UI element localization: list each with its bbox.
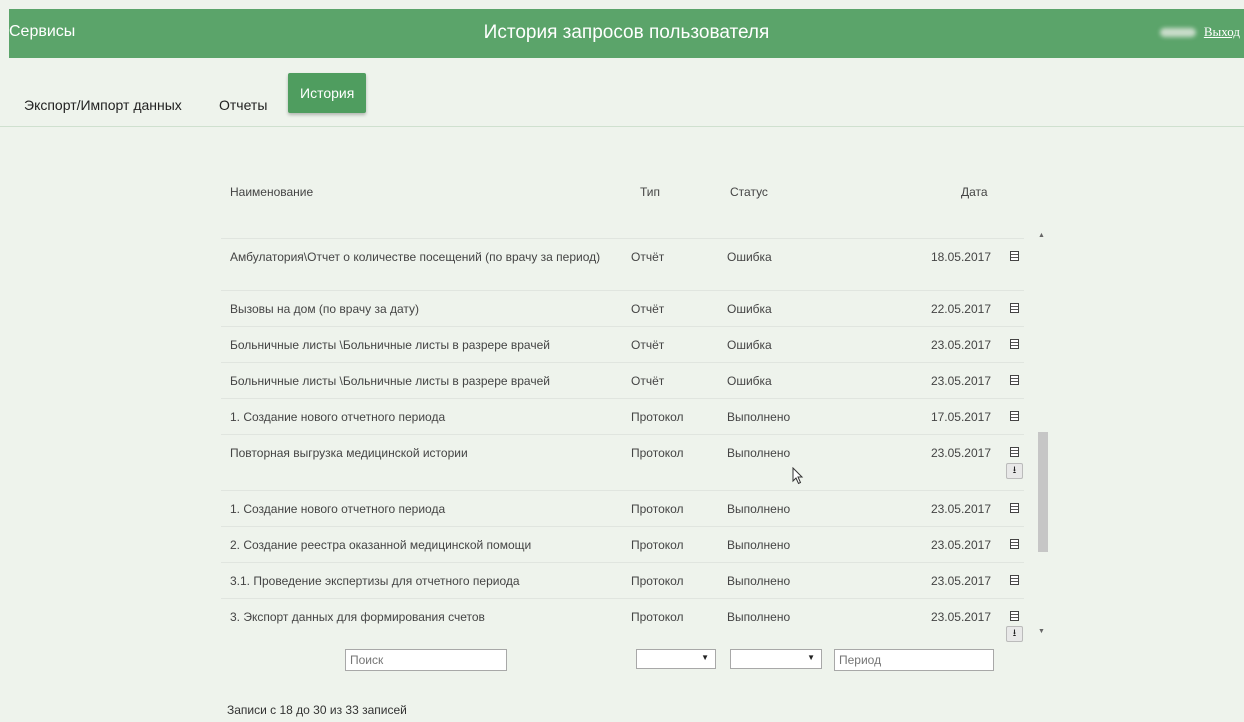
row-type: Отчёт <box>631 374 665 388</box>
tab-reports[interactable]: Отчеты <box>219 97 267 113</box>
column-name-header[interactable]: Наименование <box>230 185 313 199</box>
table-row[interactable]: 3.1. Проведение экспертизы для отчетного… <box>221 562 1024 599</box>
row-date: 18.05.2017 <box>930 250 991 264</box>
doc-icon[interactable] <box>1010 339 1019 349</box>
period-input[interactable] <box>834 649 994 671</box>
row-status: Выполнено <box>727 410 791 424</box>
row-date: 23.05.2017 <box>930 338 991 352</box>
records-info: Записи с 18 до 30 из 33 записей <box>227 703 407 717</box>
nav-tabs: Экспорт/Импорт данных Отчеты История <box>0 58 1244 127</box>
doc-icon[interactable] <box>1010 411 1019 421</box>
doc-icon[interactable] <box>1010 611 1019 621</box>
row-status: Выполнено <box>727 610 791 624</box>
doc-icon[interactable] <box>1010 251 1019 261</box>
table-row[interactable]: 3. Экспорт данных для формирования счето… <box>221 598 1024 642</box>
row-date: 23.05.2017 <box>930 574 991 588</box>
row-name: Амбулатория\Отчет о количестве посещений… <box>230 250 601 264</box>
row-status: Выполнено <box>727 502 791 516</box>
table-scrollbar[interactable]: ▲ ▼ <box>1038 232 1048 642</box>
row-date: 23.05.2017 <box>930 446 991 460</box>
chevron-down-icon: ▼ <box>807 653 815 662</box>
row-status: Выполнено <box>727 538 791 552</box>
row-name: 1. Создание нового отчетного периода <box>230 502 446 516</box>
table-row[interactable]: Больничные листы \Больничные листы в раз… <box>221 362 1024 399</box>
doc-icon[interactable] <box>1010 575 1019 585</box>
table-row[interactable]: 1. Создание нового отчетного периода Про… <box>221 398 1024 435</box>
scroll-up-arrow-icon[interactable]: ▲ <box>1038 232 1045 239</box>
table-row[interactable]: 1. Создание нового отчетного периода Про… <box>221 490 1024 527</box>
row-name: 3. Экспорт данных для формирования счето… <box>230 610 485 624</box>
row-type: Протокол <box>631 610 684 624</box>
download-icon[interactable]: ⭳ <box>1006 626 1023 642</box>
row-date: 17.05.2017 <box>930 410 991 424</box>
tab-export-import[interactable]: Экспорт/Импорт данных <box>24 97 182 113</box>
table-row[interactable]: 2. Создание реестра оказанной медицинско… <box>221 526 1024 563</box>
history-table: Амбулатория\Отчет о количестве посещений… <box>221 238 1024 642</box>
doc-icon[interactable] <box>1010 375 1019 385</box>
doc-icon[interactable] <box>1010 303 1019 313</box>
type-filter-select[interactable]: ▼ <box>636 649 716 669</box>
table-row[interactable]: Больничные листы \Больничные листы в раз… <box>221 326 1024 363</box>
scroll-down-arrow-icon[interactable]: ▼ <box>1038 628 1045 635</box>
row-name: Повторная выгрузка медицинской истории <box>230 446 468 460</box>
row-status: Ошибка <box>727 250 772 264</box>
row-status: Ошибка <box>727 374 772 388</box>
tab-history[interactable]: История <box>288 73 367 113</box>
row-status: Ошибка <box>727 302 772 316</box>
row-type: Отчёт <box>631 338 665 352</box>
row-date: 22.05.2017 <box>930 302 991 316</box>
row-date: 23.05.2017 <box>930 502 991 516</box>
column-status-header[interactable]: Статус <box>730 185 768 199</box>
row-type: Протокол <box>631 410 684 424</box>
row-type: Протокол <box>631 502 684 516</box>
row-date: 23.05.2017 <box>930 374 991 388</box>
doc-icon[interactable] <box>1010 503 1019 513</box>
chevron-down-icon: ▼ <box>701 653 709 662</box>
row-name: Больничные листы \Больничные листы в раз… <box>230 338 550 352</box>
table-row[interactable]: Повторная выгрузка медицинской истории П… <box>221 434 1024 491</box>
row-name: 3.1. Проведение экспертизы для отчетного… <box>230 574 520 588</box>
row-name: 2. Создание реестра оказанной медицинско… <box>230 538 532 552</box>
row-type: Отчёт <box>631 250 665 264</box>
column-type-header[interactable]: Тип <box>640 185 660 199</box>
row-type: Протокол <box>631 538 684 552</box>
row-name: Больничные листы \Больничные листы в раз… <box>230 374 550 388</box>
row-status: Выполнено <box>727 574 791 588</box>
download-icon[interactable]: ⭳ <box>1006 463 1023 479</box>
top-bar: Сервисы История запросов пользователя Вы… <box>9 9 1244 58</box>
user-name <box>1160 28 1196 37</box>
row-date: 23.05.2017 <box>930 538 991 552</box>
row-type: Отчёт <box>631 302 665 316</box>
table-row[interactable]: Вызовы на дом (по врачу за дату) Отчёт О… <box>221 290 1024 327</box>
doc-icon[interactable] <box>1010 447 1019 457</box>
page-title: История запросов пользователя <box>483 22 770 43</box>
row-status: Ошибка <box>727 338 772 352</box>
row-type: Протокол <box>631 574 684 588</box>
row-date: 23.05.2017 <box>930 610 991 624</box>
row-name: 1. Создание нового отчетного периода <box>230 410 446 424</box>
row-type: Протокол <box>631 446 684 460</box>
status-filter-select[interactable]: ▼ <box>730 649 822 669</box>
table-row[interactable]: Амбулатория\Отчет о количестве посещений… <box>221 238 1024 291</box>
row-name: Вызовы на дом (по врачу за дату) <box>230 302 419 316</box>
doc-icon[interactable] <box>1010 539 1019 549</box>
column-date-header[interactable]: Дата <box>961 185 988 199</box>
search-input[interactable] <box>345 649 507 671</box>
row-status: Выполнено <box>727 446 791 460</box>
logout-link[interactable]: Выход <box>1204 24 1240 40</box>
table-header: Наименование Тип Статус Дата <box>221 185 1001 205</box>
mouse-cursor-icon <box>792 467 804 485</box>
scrollbar-thumb[interactable] <box>1038 432 1048 552</box>
